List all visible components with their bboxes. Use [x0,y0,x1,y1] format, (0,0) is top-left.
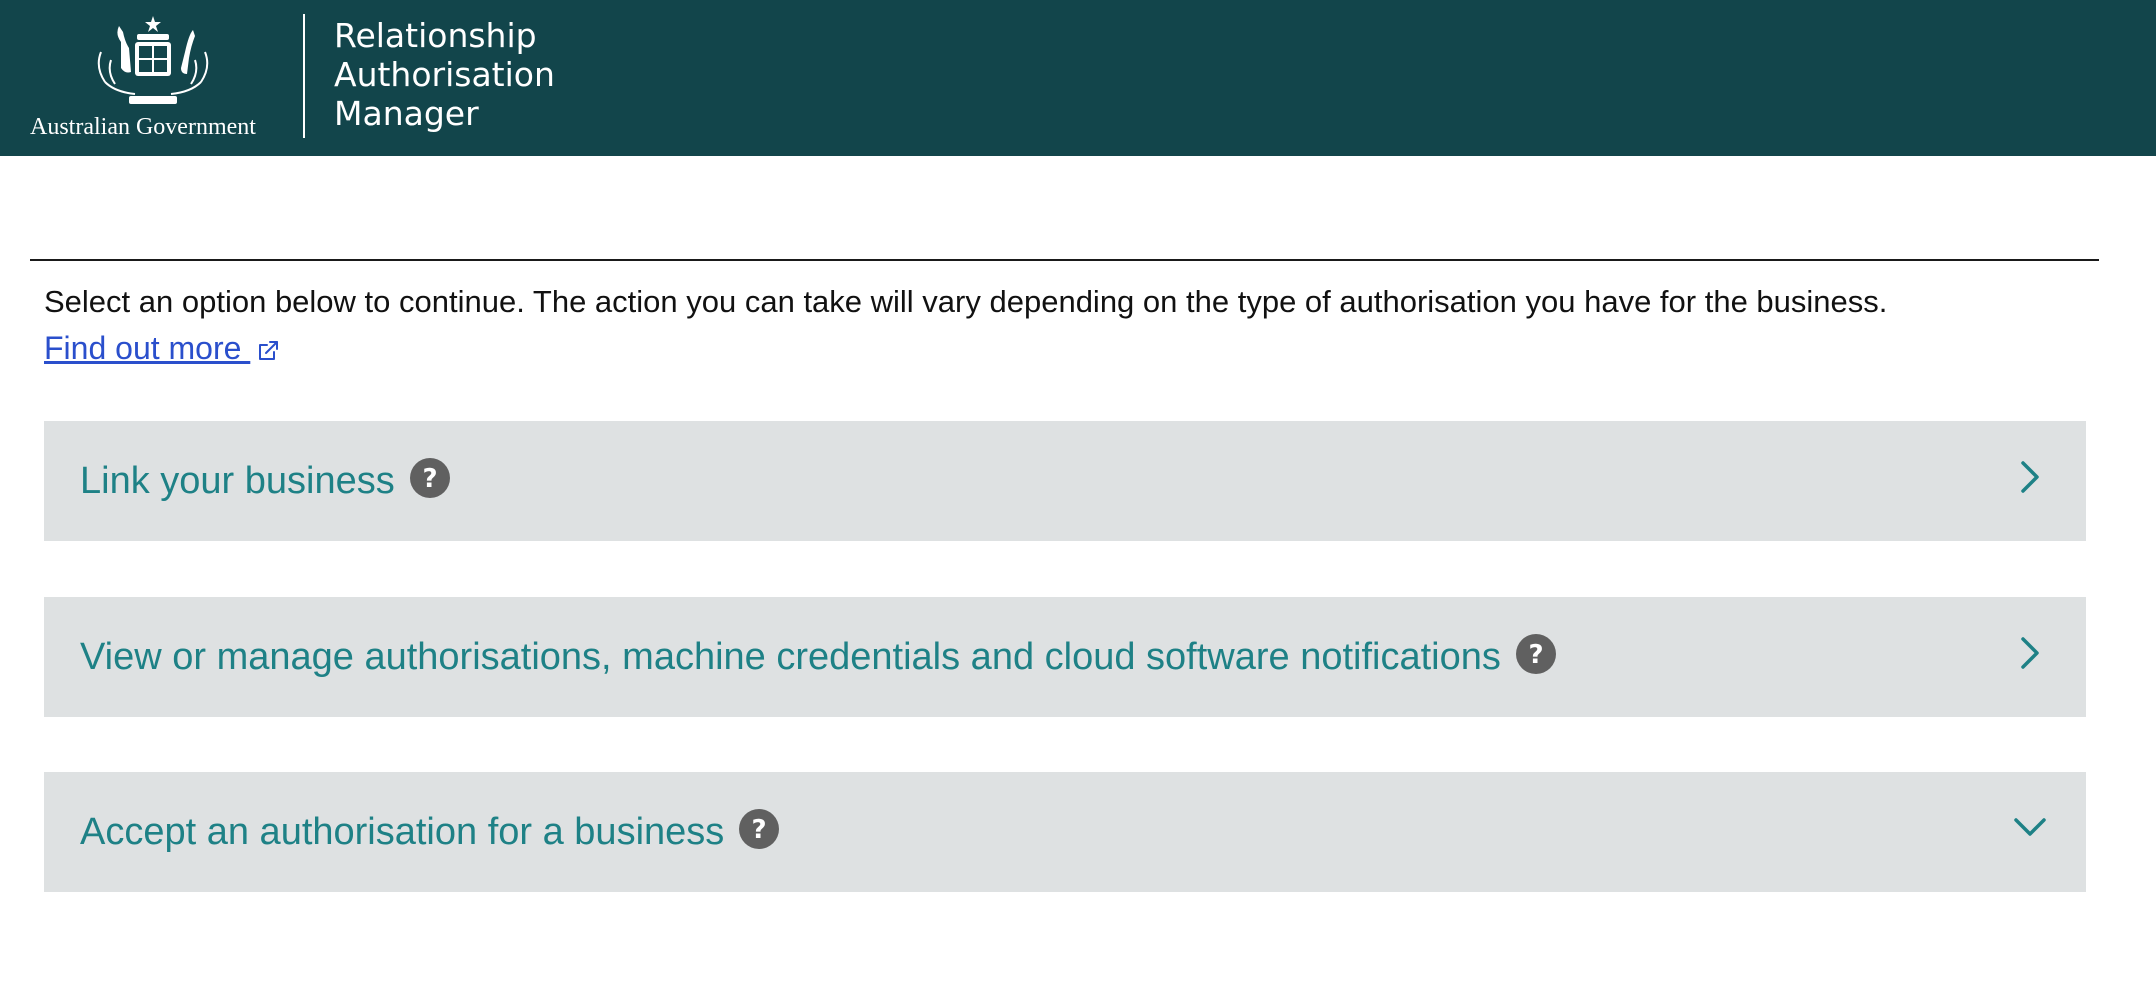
option-manage-authorisations[interactable]: View or manage authorisations, machine c… [44,597,2086,717]
intro-text: Select an option below to continue. The … [44,284,1888,319]
help-icon[interactable]: ? [409,457,451,499]
svg-text:?: ? [1528,640,1543,670]
app-title-line-3: Manager [334,94,479,133]
help-icon[interactable]: ? [738,808,780,850]
option-accept-authorisation[interactable]: Accept an authorisation for a business ? [44,772,2086,892]
find-out-more-label: Find out more [44,330,251,366]
svg-text:?: ? [752,815,767,845]
option-label: Link your business [80,459,395,502]
coat-of-arms-icon [97,16,209,104]
header-divider [303,14,305,138]
site-header: Australian Government Relationship Autho… [0,0,2156,156]
app-title-line-2: Authorisation [334,55,555,94]
chevron-right-icon [2021,637,2039,669]
section-divider [30,259,2099,261]
option-link-business[interactable]: Link your business ? [44,421,2086,541]
option-label: Accept an authorisation for a business [80,810,725,853]
find-out-more-link[interactable]: Find out more [44,326,280,370]
help-icon[interactable]: ? [1515,633,1557,675]
australian-government-logo[interactable]: Australian Government [30,12,276,142]
external-link-icon [259,340,279,360]
option-label: View or manage authorisations, machine c… [80,635,1501,678]
chevron-right-icon [2021,461,2039,493]
app-title-line-1: Relationship [334,16,537,55]
government-name: Australian Government [30,114,256,140]
svg-text:?: ? [422,464,437,494]
chevron-down-icon [2014,818,2046,836]
app-title[interactable]: Relationship Authorisation Manager [334,16,574,133]
